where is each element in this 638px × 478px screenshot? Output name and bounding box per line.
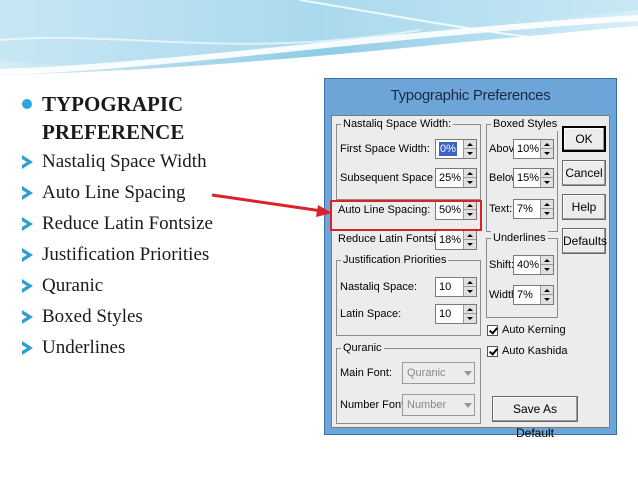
typographic-preferences-dialog: Typographic Preferences Nastaliq Space W… [324,78,617,440]
bullet-text: Reduce Latin Fontsize [42,213,213,234]
bullet-heading: TYPOGRAPIC [22,90,322,118]
auto-kerning-checkbox[interactable] [487,325,498,336]
arrow-bullet-icon [22,341,33,355]
spinner-arrows[interactable] [463,140,476,158]
spinner-value: 25% [439,172,462,184]
auto-kashida-label: Auto Kashida [502,345,568,357]
bullet-heading-cont: PREFERENCE [22,118,322,146]
header-wave-decoration [0,0,638,75]
circle-bullet-icon [22,99,32,109]
bullet-item: Underlines [22,332,322,363]
below-spinner[interactable]: 15% [513,168,554,188]
bullet-text: Underlines [42,337,126,358]
first-space-width-spinner[interactable]: 0% [435,139,477,159]
defaults-button[interactable]: Defaults [562,228,607,254]
group-title: Quranic [341,341,384,355]
spinner-value: 18% [439,234,462,246]
bullet-item: Nastaliq Space Width [22,146,322,177]
text-spinner[interactable]: 7% [513,199,554,219]
spinner-arrows[interactable] [463,231,476,249]
arrow-bullet-icon [22,310,33,324]
shift-label: Shift: [489,259,515,271]
nastaliq-space-spinner[interactable]: 10 [435,277,477,297]
highlight-box [330,200,482,231]
spinner-arrows[interactable] [463,169,476,187]
latin-space-spinner[interactable]: 10 [435,304,477,324]
reduce-latin-fontsize-spinner[interactable]: 18% [435,230,477,250]
spinner-value: 7% [517,289,533,301]
spinner-arrows[interactable] [463,305,476,323]
spinner-value: 10 [439,308,452,320]
bullet-text: Auto Line Spacing [42,182,186,203]
arrow-bullet-icon [22,217,33,231]
underlines-group: Underlines [486,231,558,318]
heading-line-1: TYPOGRAPIC [42,92,184,116]
group-title: Justification Priorities [341,253,449,267]
spinner-arrows[interactable] [463,278,476,296]
spinner-value: 0% [439,142,457,156]
help-button[interactable]: Help [562,194,606,220]
above-spinner[interactable]: 10% [513,139,554,159]
group-title: Boxed Styles [491,117,560,131]
subsequent-space-width-spinner[interactable]: 25% [435,168,477,188]
chevron-down-icon [464,371,472,376]
spinner-arrows[interactable] [540,286,553,304]
spinner-arrows[interactable] [540,200,553,218]
width-spinner[interactable]: 7% [513,285,554,305]
heading-line-2: PREFERENCE [42,120,185,144]
spinner-value: 7% [517,203,533,215]
shift-spinner[interactable]: 40% [513,255,554,275]
spinner-arrows[interactable] [540,256,553,274]
group-title: Underlines [491,231,548,245]
save-as-default-button[interactable]: Save As Default [492,396,578,440]
spinner-arrows[interactable] [540,140,553,158]
arrow-bullet-icon [22,248,33,262]
spinner-value: 40% [517,259,540,271]
arrow-bullet-icon [22,186,33,200]
bullet-text: Justification Priorities [42,244,210,265]
number-font-label: Number Font: [340,399,408,411]
latin-space-label: Latin Space: [340,308,402,320]
spinner-value: 15% [517,172,540,184]
first-space-width-label: First Space Width: [340,143,430,155]
chevron-down-icon [464,403,472,408]
dialog-title: Typographic Preferences [390,87,551,104]
group-title: Nastaliq Space Width: [341,117,454,131]
bullet-text: Nastaliq Space Width [42,151,207,172]
spinner-value: 10% [517,143,540,155]
auto-kerning-label: Auto Kerning [502,324,566,336]
number-font-select[interactable]: Number [402,394,475,416]
bullet-list: TYPOGRAPIC PREFERENCE Nastaliq Space Wid… [22,90,322,363]
justification-priorities-group: Justification Priorities [336,253,481,336]
select-value: Number [407,399,447,411]
bullet-text: Boxed Styles [42,306,143,327]
arrow-bullet-icon [22,279,33,293]
nastaliq-space-width-group: Nastaliq Space Width: [336,117,481,200]
spinner-arrows[interactable] [540,169,553,187]
select-value: Quranic [407,367,446,379]
spinner-value: 10 [439,281,452,293]
dialog-body: Nastaliq Space Width: First Space Width:… [331,115,610,440]
bullet-item: Boxed Styles [22,301,322,332]
cancel-button[interactable]: Cancel [562,160,606,186]
bullet-item: Quranic [22,270,322,301]
reduce-latin-fontsize-label: Reduce Latin Fontsize: [338,233,451,245]
main-font-select[interactable]: Quranic [402,362,475,384]
arrow-bullet-icon [22,155,33,169]
auto-kashida-checkbox[interactable] [487,346,498,357]
text-label: Text: [489,203,513,215]
bullet-text: Quranic [42,275,104,296]
main-font-label: Main Font: [340,367,392,379]
bullet-item: Justification Priorities [22,239,322,270]
ok-button[interactable]: OK [562,126,606,152]
red-arrow-icon [211,193,332,217]
nastaliq-space-label: Nastaliq Space: [340,281,418,293]
